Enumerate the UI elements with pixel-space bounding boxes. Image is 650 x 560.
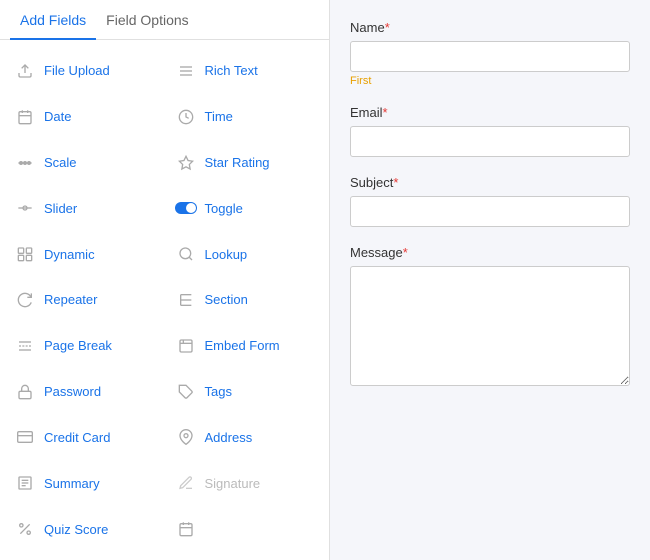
- field-label: Lookup: [205, 247, 248, 262]
- percent-icon: [14, 518, 36, 540]
- repeater-icon: [14, 289, 36, 311]
- name-field-group: Name* First: [350, 20, 630, 87]
- field-label: Signature: [205, 476, 261, 491]
- field-label: Toggle: [205, 201, 243, 216]
- embed-icon: [175, 335, 197, 357]
- email-label: Email*: [350, 105, 630, 120]
- slider-icon: [14, 197, 36, 219]
- field-item-toggle[interactable]: Toggle: [165, 185, 326, 231]
- field-label: Embed Form: [205, 338, 280, 353]
- field-item-password[interactable]: Password: [4, 369, 165, 415]
- field-item-repeater[interactable]: Repeater: [4, 277, 165, 323]
- field-item-lookup[interactable]: Lookup: [165, 231, 326, 277]
- star-icon: [175, 152, 197, 174]
- field-item-signature: Signature: [165, 460, 326, 506]
- field-label: Credit Card: [44, 430, 110, 445]
- dynamic-icon: [14, 243, 36, 265]
- field-label: Star Rating: [205, 155, 270, 170]
- field-item-tags[interactable]: Tags: [165, 369, 326, 415]
- tab-add-fields[interactable]: Add Fields: [10, 0, 96, 40]
- field-label: Rich Text: [205, 63, 258, 78]
- field-item-star-rating[interactable]: Star Rating: [165, 140, 326, 186]
- name-hint: First: [350, 75, 630, 87]
- message-label: Message*: [350, 245, 630, 260]
- field-item-file-upload[interactable]: File Upload: [4, 48, 165, 94]
- scale-icon: [14, 152, 36, 174]
- credit-card-icon: [14, 426, 36, 448]
- subject-input[interactable]: [350, 196, 630, 227]
- field-item-scale[interactable]: Scale: [4, 140, 165, 186]
- page-break-icon: [14, 335, 36, 357]
- field-item-date[interactable]: Date: [4, 94, 165, 140]
- field-label: Dynamic: [44, 247, 95, 262]
- field-item-calendar2[interactable]: [165, 506, 326, 552]
- subject-label: Subject*: [350, 175, 630, 190]
- field-item-rich-text[interactable]: Rich Text: [165, 48, 326, 94]
- field-item-page-break[interactable]: Page Break: [4, 323, 165, 369]
- clock-icon: [175, 106, 197, 128]
- lock-icon: [14, 381, 36, 403]
- message-textarea[interactable]: [350, 266, 630, 386]
- tag-icon: [175, 381, 197, 403]
- field-item-section[interactable]: Section: [165, 277, 326, 323]
- field-label: Repeater: [44, 292, 97, 307]
- field-item-address[interactable]: Address: [165, 415, 326, 461]
- field-label: Scale: [44, 155, 77, 170]
- field-item-summary[interactable]: Summary: [4, 460, 165, 506]
- field-label: Tags: [205, 384, 232, 399]
- lines-icon: [175, 60, 197, 82]
- summary-icon: [14, 472, 36, 494]
- email-input[interactable]: [350, 126, 630, 157]
- email-field-group: Email*: [350, 105, 630, 157]
- name-label: Name*: [350, 20, 630, 35]
- field-label: Address: [205, 430, 253, 445]
- message-field-group: Message*: [350, 245, 630, 389]
- field-label: Page Break: [44, 338, 112, 353]
- field-label: Slider: [44, 201, 77, 216]
- subject-field-group: Subject*: [350, 175, 630, 227]
- field-item-time[interactable]: Time: [165, 94, 326, 140]
- field-label: Date: [44, 109, 71, 124]
- pen-icon: [175, 472, 197, 494]
- calendar-icon: [14, 106, 36, 128]
- field-label: Time: [205, 109, 233, 124]
- left-panel: Add Fields Field Options File Upload Rich…: [0, 0, 330, 560]
- name-input[interactable]: [350, 41, 630, 72]
- upload-icon: [14, 60, 36, 82]
- field-label: Section: [205, 292, 248, 307]
- field-item-credit-card[interactable]: Credit Card: [4, 415, 165, 461]
- tab-field-options[interactable]: Field Options: [96, 0, 198, 40]
- toggle-icon: [175, 197, 197, 219]
- field-label: Quiz Score: [44, 522, 108, 537]
- field-label: File Upload: [44, 63, 110, 78]
- calendar2-icon: [175, 518, 197, 540]
- fields-grid: File Upload Rich Text Date Time Scale Star Ra…: [0, 40, 329, 560]
- field-item-embed-form[interactable]: Embed Form: [165, 323, 326, 369]
- right-panel: Name* First Email* Subject* Message*: [330, 0, 650, 560]
- field-label: Password: [44, 384, 101, 399]
- field-label: Summary: [44, 476, 100, 491]
- location-icon: [175, 426, 197, 448]
- heading-icon: [175, 289, 197, 311]
- search-icon: [175, 243, 197, 265]
- tabs-bar: Add Fields Field Options: [0, 0, 329, 40]
- field-item-dynamic[interactable]: Dynamic: [4, 231, 165, 277]
- field-item-quiz-score[interactable]: Quiz Score: [4, 506, 165, 552]
- field-item-slider[interactable]: Slider: [4, 185, 165, 231]
